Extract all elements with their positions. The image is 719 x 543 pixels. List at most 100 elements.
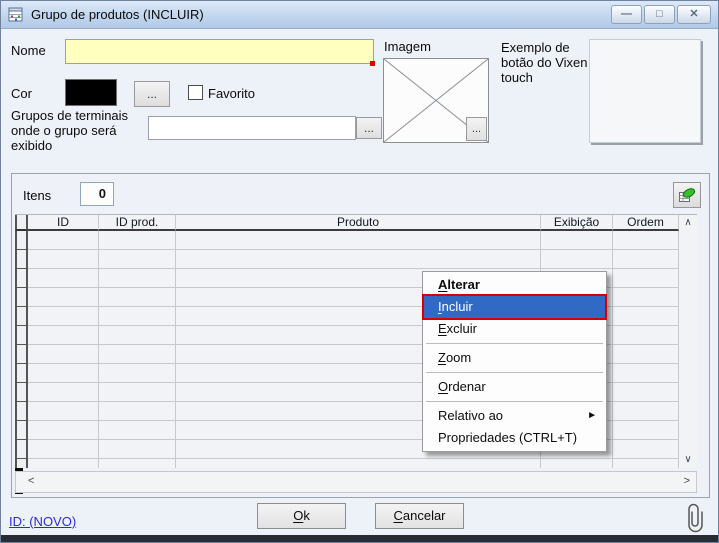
- row-selector[interactable]: [15, 421, 28, 440]
- horizontal-scrollbar[interactable]: < >: [15, 471, 697, 493]
- cor-browse-button[interactable]: ...: [134, 81, 170, 107]
- table-cell[interactable]: [613, 345, 679, 364]
- minimize-button[interactable]: —: [611, 5, 642, 24]
- row-selector[interactable]: [15, 269, 28, 288]
- table-row[interactable]: [15, 231, 679, 250]
- table-cell[interactable]: [613, 288, 679, 307]
- table-cell[interactable]: [613, 440, 679, 459]
- table-row[interactable]: [15, 250, 679, 269]
- table-cell[interactable]: [176, 231, 541, 250]
- maximize-button[interactable]: □: [644, 5, 675, 24]
- export-button[interactable]: [673, 182, 701, 208]
- table-cell[interactable]: [613, 421, 679, 440]
- table-cell[interactable]: [99, 231, 176, 250]
- row-selector[interactable]: [15, 250, 28, 269]
- table-cell[interactable]: [99, 402, 176, 421]
- row-selector[interactable]: [15, 459, 28, 468]
- table-cell[interactable]: [176, 459, 541, 468]
- table-cell[interactable]: [28, 364, 99, 383]
- table-cell[interactable]: [176, 250, 541, 269]
- table-cell[interactable]: [28, 383, 99, 402]
- cor-swatch[interactable]: [65, 79, 117, 106]
- table-cell[interactable]: [28, 231, 99, 250]
- table-cell[interactable]: [613, 250, 679, 269]
- table-cell[interactable]: [99, 269, 176, 288]
- table-cell[interactable]: [99, 307, 176, 326]
- scroll-up-icon[interactable]: ∧: [679, 215, 697, 231]
- table-cell[interactable]: [613, 231, 679, 250]
- table-cell[interactable]: [99, 459, 176, 468]
- table-cell[interactable]: [541, 459, 613, 468]
- ok-button[interactable]: Ok: [257, 503, 346, 529]
- scroll-left-icon[interactable]: <: [28, 475, 34, 487]
- close-button[interactable]: ✕: [677, 5, 711, 24]
- table-cell[interactable]: [613, 459, 679, 468]
- table-cell[interactable]: [28, 307, 99, 326]
- menu-item-propriedades-ctrl-t[interactable]: Propriedades (CTRL+T): [423, 427, 606, 449]
- table-cell[interactable]: [613, 364, 679, 383]
- table-cell[interactable]: [28, 269, 99, 288]
- nome-input[interactable]: [65, 39, 374, 64]
- table-cell[interactable]: [613, 307, 679, 326]
- id-novo-link[interactable]: ID: (NOVO): [9, 514, 76, 529]
- row-selector[interactable]: [15, 288, 28, 307]
- table-cell[interactable]: [99, 383, 176, 402]
- row-selector[interactable]: [15, 364, 28, 383]
- table-cell[interactable]: [28, 440, 99, 459]
- table-cell[interactable]: [28, 345, 99, 364]
- row-selector[interactable]: [15, 345, 28, 364]
- table-cell[interactable]: [613, 383, 679, 402]
- table-cell[interactable]: [99, 326, 176, 345]
- row-selector[interactable]: [15, 383, 28, 402]
- table-cell[interactable]: [28, 402, 99, 421]
- export-grid-leaf-icon: [678, 186, 696, 204]
- menu-item-relativo-ao[interactable]: Relativo ao►: [423, 405, 606, 427]
- table-row[interactable]: [15, 459, 679, 468]
- column-header-id[interactable]: ID: [28, 215, 99, 231]
- vertical-scrollbar[interactable]: ∧ ∨: [679, 214, 697, 468]
- column-header-produto[interactable]: Produto: [176, 215, 541, 231]
- table-cell[interactable]: [613, 326, 679, 345]
- column-header-ordem[interactable]: Ordem: [613, 215, 679, 231]
- menu-item-incluir[interactable]: Incluir: [423, 296, 606, 318]
- table-cell[interactable]: [99, 250, 176, 269]
- row-selector[interactable]: [15, 326, 28, 345]
- table-cell[interactable]: [541, 250, 613, 269]
- row-selector[interactable]: [15, 440, 28, 459]
- table-cell[interactable]: [99, 421, 176, 440]
- favorito-checkbox[interactable]: [188, 85, 203, 100]
- button-preview: [589, 39, 701, 143]
- imagem-placeholder[interactable]: ...: [383, 58, 489, 143]
- cancel-button[interactable]: Cancelar: [375, 503, 464, 529]
- close-icon: ✕: [689, 9, 698, 20]
- grupos-input[interactable]: [148, 116, 356, 140]
- table-cell[interactable]: [613, 402, 679, 421]
- scroll-right-icon[interactable]: >: [684, 475, 690, 487]
- column-header-id-prod[interactable]: ID prod.: [99, 215, 176, 231]
- row-selector[interactable]: [15, 402, 28, 421]
- table-cell[interactable]: [99, 288, 176, 307]
- table-cell[interactable]: [28, 326, 99, 345]
- itens-label: Itens: [23, 188, 51, 203]
- imagem-browse-button[interactable]: ...: [466, 117, 487, 141]
- table-cell[interactable]: [28, 250, 99, 269]
- grupos-browse-button[interactable]: ...: [356, 117, 382, 139]
- table-cell[interactable]: [28, 288, 99, 307]
- cor-label: Cor: [11, 86, 32, 101]
- table-cell[interactable]: [541, 231, 613, 250]
- menu-item-excluir[interactable]: Excluir: [423, 318, 606, 340]
- app-icon: [8, 7, 24, 23]
- table-cell[interactable]: [99, 364, 176, 383]
- table-cell[interactable]: [28, 421, 99, 440]
- table-cell[interactable]: [99, 345, 176, 364]
- table-cell[interactable]: [613, 269, 679, 288]
- table-cell[interactable]: [28, 459, 99, 468]
- menu-item-ordenar[interactable]: Ordenar: [423, 376, 606, 398]
- scroll-down-icon[interactable]: ∨: [679, 452, 697, 468]
- menu-item-alterar[interactable]: Alterar: [423, 274, 606, 296]
- column-header-exibi-o[interactable]: Exibição: [541, 215, 613, 231]
- table-cell[interactable]: [99, 440, 176, 459]
- row-selector[interactable]: [15, 231, 28, 250]
- row-selector[interactable]: [15, 307, 28, 326]
- menu-item-zoom[interactable]: Zoom: [423, 347, 606, 369]
